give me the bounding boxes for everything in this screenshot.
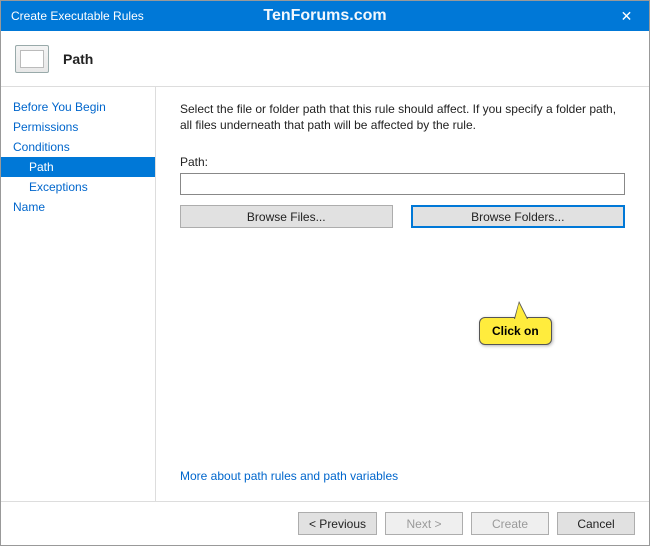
description-text: Select the file or folder path that this… [180,101,625,133]
sidebar-item-before-you-begin[interactable]: Before You Begin [1,97,155,117]
browse-folders-label: Browse Folders... [471,210,564,224]
browse-folders-button[interactable]: Browse Folders... [411,205,626,228]
path-input[interactable] [180,173,625,195]
close-button[interactable]: ✕ [604,1,649,31]
wizard-body: Before You Begin Permissions Conditions … [1,87,649,501]
callout-bubble: Click on [479,317,552,345]
titlebar: Create Executable Rules TenForums.com ✕ [1,1,649,31]
more-about-link[interactable]: More about path rules and path variables [180,469,625,491]
create-button: Create [471,512,549,535]
wizard-header: Path [1,31,649,87]
page-icon [15,45,49,73]
sidebar-item-exceptions[interactable]: Exceptions [1,177,155,197]
browse-button-row: Browse Files... Browse Folders... [180,205,625,228]
page-title: Path [63,51,93,67]
close-icon: ✕ [621,8,633,25]
sidebar-item-permissions[interactable]: Permissions [1,117,155,137]
previous-button[interactable]: < Previous [298,512,377,535]
path-label: Path: [180,155,625,169]
browse-files-label: Browse Files... [247,210,326,224]
sidebar-item-path[interactable]: Path [1,157,155,177]
content-pane: Select the file or folder path that this… [156,87,649,501]
watermark-text: TenForums.com [263,7,386,25]
cancel-button[interactable]: Cancel [557,512,635,535]
wizard-footer: < Previous Next > Create Cancel [1,501,649,545]
wizard-window: Create Executable Rules TenForums.com ✕ … [0,0,650,546]
browse-files-button[interactable]: Browse Files... [180,205,393,228]
sidebar-item-conditions[interactable]: Conditions [1,137,155,157]
sidebar: Before You Begin Permissions Conditions … [1,87,156,501]
window-title: Create Executable Rules [11,9,144,23]
callout-tail [515,303,527,319]
annotation-callout: Click on [479,317,552,345]
sidebar-item-name[interactable]: Name [1,197,155,217]
next-button: Next > [385,512,463,535]
